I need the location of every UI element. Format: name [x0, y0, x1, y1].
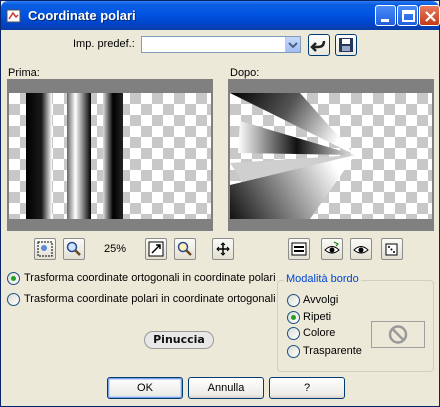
- save-preset-button[interactable]: [335, 34, 357, 56]
- minimize-button[interactable]: [375, 5, 396, 26]
- edge-color-swatch[interactable]: [371, 321, 425, 348]
- undo-arrow-icon: [310, 40, 326, 52]
- dialog-window: Coordinate polari Imp. predef.: Prima: D…: [0, 0, 440, 407]
- disabled-icon: [388, 325, 408, 344]
- radio-color[interactable]: [287, 327, 300, 340]
- window-title: Coordinate polari: [28, 8, 136, 23]
- edge-mode-title: Modalità bordo: [284, 273, 361, 285]
- eye-icon: [353, 246, 369, 254]
- eye-refresh-icon: [324, 241, 340, 254]
- ok-button[interactable]: OK: [107, 377, 183, 399]
- presets-label: Imp. predef.:: [73, 38, 135, 50]
- toggle-preview-button[interactable]: [288, 238, 310, 260]
- magnifier-minus-icon: [177, 241, 192, 256]
- radio-repeat[interactable]: [287, 311, 300, 324]
- dice-icon: [385, 243, 398, 256]
- chevron-down-icon[interactable]: [285, 37, 300, 52]
- transparent-label[interactable]: Trasparente: [303, 345, 362, 357]
- randomize-button[interactable]: [381, 238, 403, 260]
- zoom-level: 25%: [104, 243, 127, 255]
- before-label: Prima:: [8, 67, 40, 79]
- floppy-disk-icon: [339, 38, 353, 52]
- zoom-in-button[interactable]: [63, 238, 85, 260]
- radio-wrap[interactable]: [287, 294, 300, 307]
- after-label: Dopo:: [230, 67, 260, 79]
- radio-transparent[interactable]: [287, 345, 300, 358]
- cancel-button[interactable]: Annulla: [188, 377, 264, 399]
- radio-orthogonal-to-polar[interactable]: [7, 272, 20, 285]
- app-icon: [6, 8, 22, 24]
- auto-proof-button[interactable]: [321, 238, 343, 260]
- marquee-icon: [37, 241, 53, 257]
- pinuccia-logo: Pinuccia: [144, 331, 214, 349]
- zoom-out-button[interactable]: [174, 238, 196, 260]
- move-cross-icon: [216, 242, 230, 256]
- radio-polar-to-orthogonal[interactable]: [7, 293, 20, 306]
- pan-button[interactable]: [212, 238, 234, 260]
- presets-combobox[interactable]: [141, 36, 301, 53]
- help-button[interactable]: ?: [269, 377, 345, 399]
- before-preview: [7, 79, 213, 231]
- repeat-label[interactable]: Ripeti: [303, 311, 331, 323]
- orthogonal-to-polar-label[interactable]: Trasforma coordinate ortogonali in coord…: [24, 272, 276, 284]
- magnifier-icon: [66, 241, 81, 256]
- after-preview: [228, 79, 434, 231]
- zoom-actual-button[interactable]: [145, 238, 167, 260]
- polar-to-orthogonal-label[interactable]: Trasforma coordinate polari in coordinat…: [24, 293, 276, 305]
- expand-icon: [148, 241, 164, 257]
- maximize-button[interactable]: [397, 5, 418, 26]
- zoom-to-fit-button[interactable]: [34, 238, 56, 260]
- preview-window-icon: [291, 242, 307, 256]
- wrap-label[interactable]: Avvolgi: [303, 294, 338, 306]
- reset-preset-button[interactable]: [308, 34, 330, 56]
- proof-button[interactable]: [350, 238, 372, 260]
- close-button[interactable]: [419, 5, 440, 26]
- title-bar[interactable]: Coordinate polari: [1, 1, 440, 30]
- color-label[interactable]: Colore: [303, 327, 335, 339]
